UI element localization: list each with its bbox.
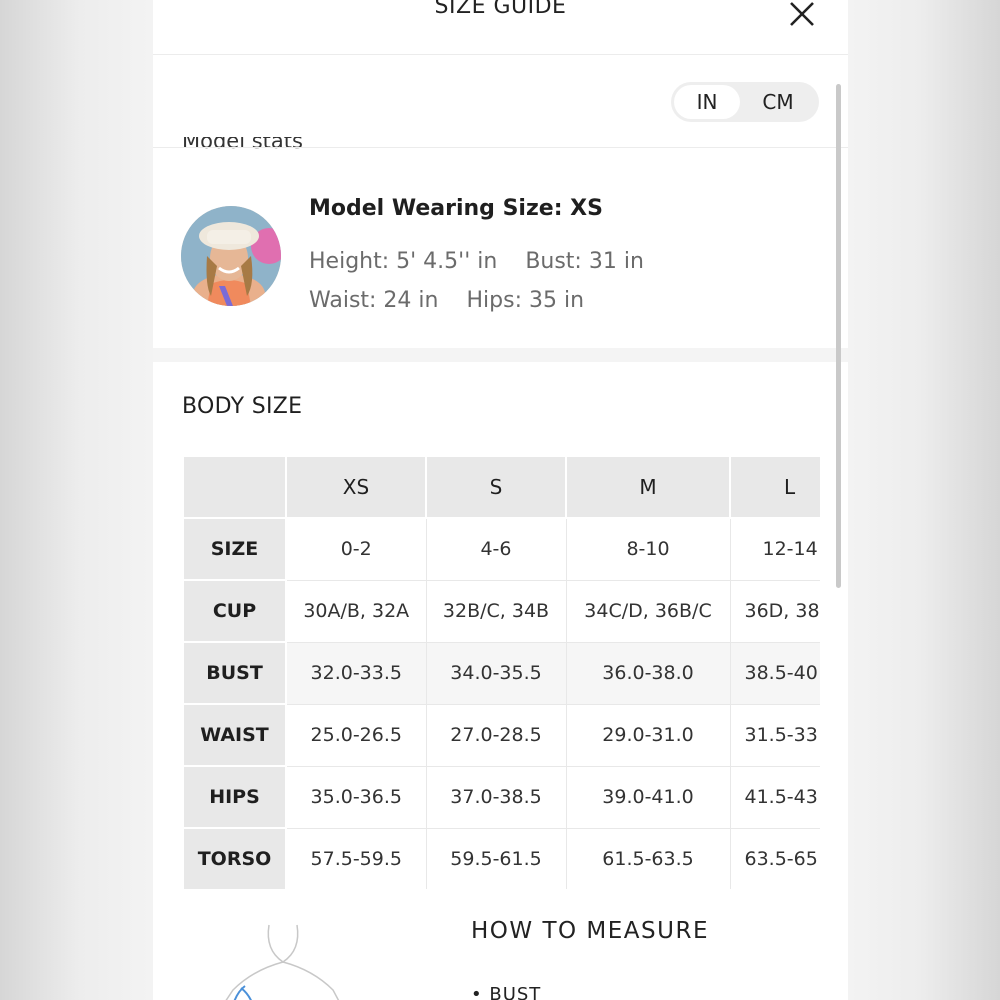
model-height: Height: 5' 4.5'' in: [309, 249, 498, 274]
body-size-title: BODY SIZE: [182, 394, 303, 419]
table-cell: 34C/D, 36B/C: [565, 579, 731, 643]
table-cell: 12-14: [729, 517, 820, 581]
table-cell: 4-6: [425, 517, 567, 581]
section-separator: [153, 348, 848, 362]
table-row: HIPS 35.0-36.5 37.0-38.5 39.0-41.0 41.5-…: [182, 765, 820, 829]
table-row: WAIST 25.0-26.5 27.0-28.5 29.0-31.0 31.5…: [182, 703, 820, 767]
table-cell: 30A/B, 32A: [285, 579, 427, 643]
table-cell: 41.5-43: [729, 765, 820, 829]
measurement-figure: [183, 910, 383, 1000]
column-header: M: [565, 455, 731, 519]
table-cell: 61.5-63.5: [565, 827, 731, 889]
row-header: HIPS: [182, 765, 287, 829]
row-header: WAIST: [182, 703, 287, 767]
column-header: XS: [285, 455, 427, 519]
model-wearing-size: Model Wearing Size: XS: [309, 196, 603, 221]
divider: [153, 147, 848, 148]
table-row: SIZE 0-2 4-6 8-10 12-14: [182, 517, 820, 581]
table-cell: 59.5-61.5: [425, 827, 567, 889]
table-row: TORSO 57.5-59.5 59.5-61.5 61.5-63.5 63.5…: [182, 827, 820, 889]
table-cell: 63.5-65: [729, 827, 820, 889]
measure-item-bust[interactable]: • BUST: [471, 984, 541, 1000]
model-hips: Hips: 35 in: [466, 288, 585, 313]
unit-option-cm[interactable]: CM: [740, 85, 816, 119]
model-stats-line-2: Waist: 24 in Hips: 35 in: [309, 288, 612, 313]
row-header: TORSO: [182, 827, 287, 889]
model-waist: Waist: 24 in: [309, 288, 439, 313]
model-stats-heading: Model stats: [182, 137, 303, 153]
table-row: CUP 30A/B, 32A 32B/C, 34B 34C/D, 36B/C 3…: [182, 579, 820, 643]
body-outline-icon: [225, 924, 340, 1000]
table-cell: 36.0-38.0: [565, 641, 731, 705]
table-cell: 32B/C, 34B: [425, 579, 567, 643]
table-cell: 57.5-59.5: [285, 827, 427, 889]
table-corner-cell: [182, 455, 287, 519]
scrollbar[interactable]: [836, 84, 841, 588]
table-header-row: XS S M L: [182, 455, 820, 519]
row-header: BUST: [182, 641, 287, 705]
body-size-table: XS S M L SIZE 0-2 4-6 8-10 12-14 CUP 30A…: [182, 455, 820, 889]
row-header: CUP: [182, 579, 287, 643]
body-size-table-scroll[interactable]: XS S M L SIZE 0-2 4-6 8-10 12-14 CUP 30A…: [182, 455, 820, 889]
size-guide-modal: SIZE GUIDE IN CM Model stats Model Weari…: [153, 0, 848, 1000]
row-header: SIZE: [182, 517, 287, 581]
close-icon: [790, 2, 814, 26]
model-avatar: [181, 206, 281, 306]
modal-title: SIZE GUIDE: [434, 0, 567, 19]
table-cell: 32.0-33.5: [285, 641, 427, 705]
table-cell: 29.0-31.0: [565, 703, 731, 767]
modal-header: SIZE GUIDE: [153, 0, 848, 55]
table-cell: 27.0-28.5: [425, 703, 567, 767]
column-header: S: [425, 455, 567, 519]
table-cell: 39.0-41.0: [565, 765, 731, 829]
table-cell: 34.0-35.5: [425, 641, 567, 705]
model-stats-line-1: Height: 5' 4.5'' in Bust: 31 in: [309, 249, 672, 274]
model-photo-icon: [181, 206, 281, 306]
column-header: L: [729, 455, 820, 519]
table-cell: 0-2: [285, 517, 427, 581]
table-row: BUST 32.0-33.5 34.0-35.5 36.0-38.0 38.5-…: [182, 641, 820, 705]
table-cell: 37.0-38.5: [425, 765, 567, 829]
measure-item-label: BUST: [489, 984, 542, 1000]
table-cell: 25.0-26.5: [285, 703, 427, 767]
model-bust: Bust: 31 in: [525, 249, 644, 274]
unit-option-in[interactable]: IN: [674, 85, 740, 119]
unit-toggle: IN CM: [671, 82, 819, 122]
close-button[interactable]: [788, 0, 816, 28]
table-cell: 8-10: [565, 517, 731, 581]
how-to-measure-title: HOW TO MEASURE: [471, 918, 709, 944]
table-cell: 35.0-36.5: [285, 765, 427, 829]
table-cell: 38.5-40: [729, 641, 820, 705]
table-cell: 31.5-33: [729, 703, 820, 767]
table-cell: 36D, 38: [729, 579, 820, 643]
